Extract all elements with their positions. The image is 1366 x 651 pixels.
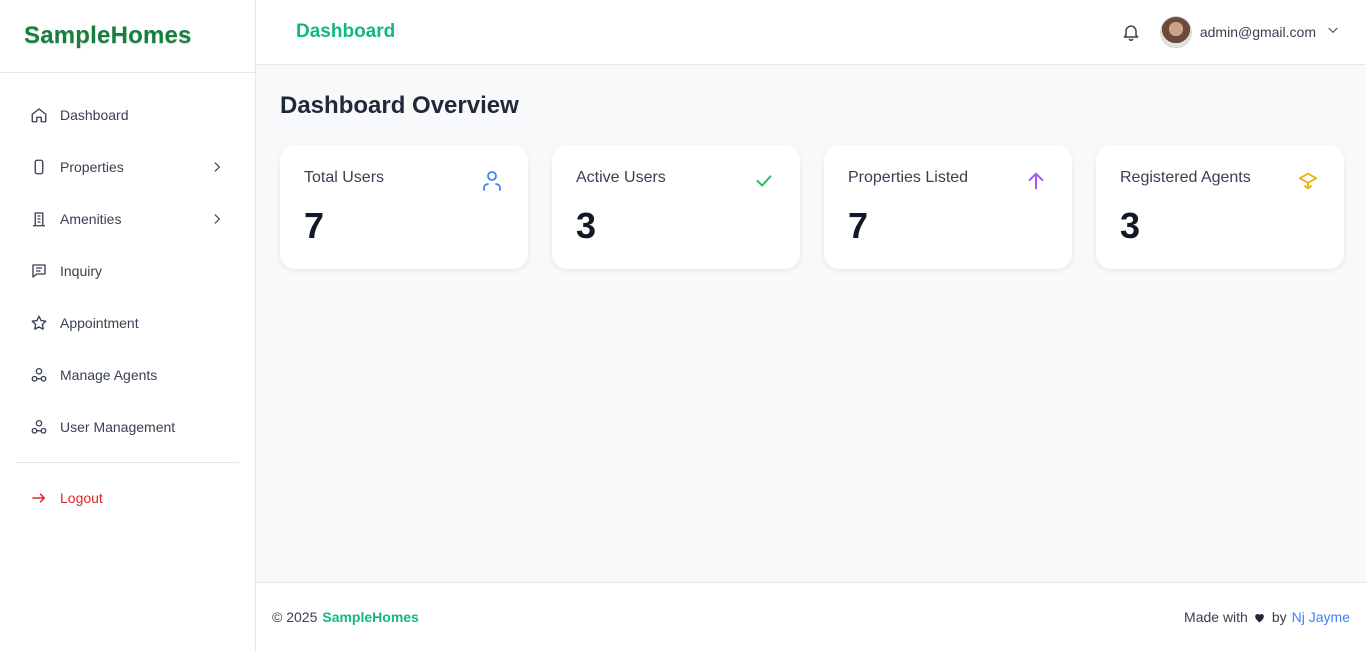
chevron-right-icon[interactable] (209, 159, 225, 175)
footer-copyright: © 2025 SampleHomes (272, 609, 1184, 625)
top-header: Dashboard admin@gmail.com (256, 0, 1366, 65)
stat-card-total-users: Total Users 7 (280, 145, 528, 269)
avatar[interactable] (1159, 16, 1192, 48)
sidebar-item-user-management[interactable]: User Management (0, 401, 255, 453)
user-email: admin@gmail.com (1199, 24, 1316, 40)
brand-logo[interactable]: SampleHomes (24, 22, 192, 50)
sidebar-item-label: Properties (60, 159, 124, 175)
logout-label: Logout (60, 490, 103, 506)
by-text: by (1271, 609, 1287, 625)
arrow-up-icon (1024, 169, 1048, 193)
check-icon (752, 169, 776, 193)
stat-card-value: 7 (848, 205, 869, 246)
message-icon (30, 262, 48, 280)
sidebar-item-manage-agents[interactable]: Manage Agents (0, 349, 255, 401)
sidebar-nav: Dashboard Properties Amenities Inquiry A… (0, 73, 255, 524)
user-icon (480, 169, 504, 193)
user-menu[interactable]: admin@gmail.com (1159, 16, 1340, 48)
stat-card-properties-listed: Properties Listed 7 (824, 145, 1072, 269)
chevron-right-icon[interactable] (209, 211, 225, 227)
building-icon (30, 210, 48, 228)
chevron-down-icon[interactable] (1326, 23, 1340, 42)
users-icon (30, 366, 48, 384)
heart-icon (1253, 610, 1267, 624)
sidebar-item-properties[interactable]: Properties (0, 141, 255, 193)
sidebar-divider (16, 462, 239, 463)
stat-card-label: Properties Listed (848, 169, 969, 186)
bell-icon[interactable] (1120, 21, 1142, 43)
stat-card-label: Total Users (304, 169, 385, 186)
layers-icon (1296, 169, 1320, 193)
star-icon (30, 314, 48, 332)
main-content: Dashboard Overview Total Users 7 Active … (256, 65, 1366, 582)
stat-card-value: 3 (1120, 205, 1141, 246)
footer: © 2025 SampleHomes Made with by Nj Jayme (256, 582, 1366, 651)
sidebar-item-label: Inquiry (60, 263, 103, 279)
sidebar-item-appointment[interactable]: Appointment (0, 297, 255, 349)
stat-card-label: Registered Agents (1120, 169, 1251, 186)
stat-card-value: 7 (304, 205, 325, 246)
sidebar-item-dashboard[interactable]: Dashboard (0, 89, 255, 141)
sidebar-item-label: Manage Agents (60, 367, 158, 383)
sidebar-item-amenities[interactable]: Amenities (0, 193, 255, 245)
footer-brand: SampleHomes (322, 609, 419, 625)
sidebar-item-label: Dashboard (60, 107, 129, 123)
page-header-title: Dashboard (296, 21, 396, 42)
stat-card-label: Active Users (576, 169, 666, 186)
arrow-right-icon (30, 489, 48, 507)
page-title: Dashboard Overview (280, 92, 519, 119)
users-icon (30, 418, 48, 436)
sidebar: SampleHomes Dashboard Properties Ameniti… (0, 0, 256, 651)
stat-card-registered-agents: Registered Agents 3 (1096, 145, 1344, 269)
stats-cards: Total Users 7 Active Users 3 Properties … (280, 145, 1344, 269)
sidebar-item-label: Appointment (60, 315, 139, 331)
phone-icon (30, 158, 48, 176)
sidebar-item-label: Amenities (60, 211, 122, 227)
sidebar-item-inquiry[interactable]: Inquiry (0, 245, 255, 297)
logout-button[interactable]: Logout (0, 472, 255, 524)
stat-card-value: 3 (576, 205, 597, 246)
made-with-text: Made with (1184, 609, 1248, 625)
brand-header: SampleHomes (0, 0, 255, 73)
copyright-text: © 2025 (272, 609, 318, 625)
footer-credit: Made with by Nj Jayme (1184, 609, 1350, 625)
author-link[interactable]: Nj Jayme (1292, 609, 1350, 625)
stat-card-active-users: Active Users 3 (552, 145, 800, 269)
home-icon (30, 106, 48, 124)
sidebar-item-label: User Management (60, 419, 176, 435)
